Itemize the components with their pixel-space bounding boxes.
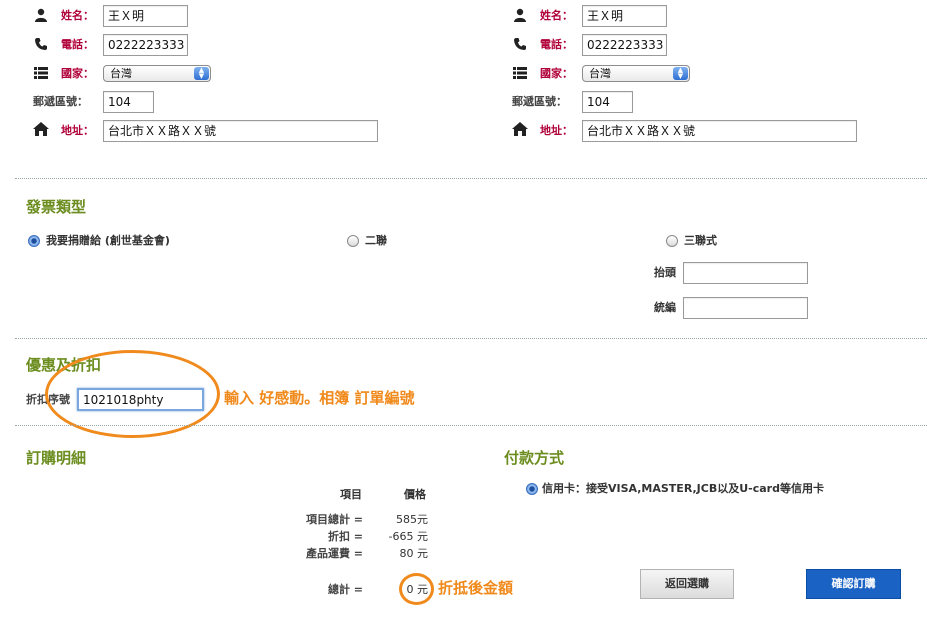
payment-credit-card-radio[interactable] [526, 483, 538, 495]
phone-label: 電話： [540, 38, 573, 51]
order-col-item: 項目 [340, 488, 362, 501]
phone-input[interactable]: 0222223333 [103, 34, 188, 56]
order-col-price: 價格 [404, 488, 426, 501]
phone-label: 電話： [61, 38, 94, 51]
address-input[interactable]: 台北市ＸＸ路ＸＸ號 [103, 120, 378, 142]
invoice-donate-radio[interactable] [28, 235, 40, 247]
select-arrows-icon: ▲ ▼ [673, 67, 688, 80]
section-divider [15, 178, 927, 179]
invoice-header-label: 抬頭 [654, 266, 676, 279]
phone-icon [32, 36, 50, 52]
list-icon [511, 65, 529, 81]
section-divider [15, 425, 927, 426]
home-icon [32, 121, 50, 137]
invoice-two-part-label: 二聯 [365, 234, 387, 247]
order-subtotal-label: 項目總計 = [305, 513, 363, 526]
zip-input[interactable]: 104 [582, 91, 633, 113]
country-select-value: 台灣 [110, 67, 132, 80]
name-label: 姓名： [540, 9, 573, 22]
person-icon [32, 7, 50, 23]
country-label: 國家： [540, 67, 573, 80]
name-input[interactable]: 王Ｘ明 [582, 5, 667, 27]
order-discount-label: 折扣 = [327, 530, 363, 543]
address-input[interactable]: 台北市ＸＸ路ＸＸ號 [582, 120, 857, 142]
home-icon [511, 121, 529, 137]
section-divider [15, 338, 927, 339]
order-subtotal-value: 585元 [396, 513, 428, 526]
invoice-section-title: 發票類型 [26, 198, 87, 216]
invoice-three-part-radio[interactable] [666, 235, 678, 247]
order-shipping-label: 產品運費 = [305, 547, 363, 560]
discount-annotation: 輸入 好感動。相簿 訂單編號 [224, 389, 415, 407]
confirm-order-button[interactable]: 確認訂購 [806, 569, 901, 599]
payment-credit-card-label: 信用卡：接受VISA,MASTER,JCB以及U-card等信用卡 [542, 482, 824, 495]
tax-id-input[interactable] [683, 297, 808, 319]
total-annotation: 折抵後金額 [438, 579, 514, 597]
back-button[interactable]: 返回選購 [640, 569, 734, 599]
order-section-title: 訂購明細 [26, 449, 87, 467]
country-select[interactable]: 台灣 ▲ ▼ [103, 65, 211, 82]
annotation-circle [399, 573, 434, 605]
name-input[interactable]: 王Ｘ明 [103, 5, 188, 27]
invoice-two-part-radio[interactable] [347, 235, 359, 247]
address-label: 地址： [540, 124, 573, 137]
select-arrows-icon: ▲ ▼ [194, 67, 209, 80]
list-icon [32, 65, 50, 81]
zip-label: 郵遞區號： [33, 95, 88, 108]
country-select-value: 台灣 [589, 67, 611, 80]
phone-input[interactable]: 0222223333 [582, 34, 667, 56]
zip-label: 郵遞區號： [512, 95, 567, 108]
order-total-label: 總計 = [327, 583, 363, 596]
invoice-donate-label: 我要捐贈給 (創世基金會) [46, 234, 170, 247]
country-select[interactable]: 台灣 ▲ ▼ [582, 65, 690, 82]
phone-icon [511, 36, 529, 52]
tax-id-label: 統編 [654, 301, 676, 314]
order-shipping-value: 80 元 [399, 547, 429, 560]
name-label: 姓名： [61, 9, 94, 22]
payment-section-title: 付款方式 [504, 449, 565, 467]
invoice-header-input[interactable] [683, 262, 808, 284]
invoice-three-part-label: 三聯式 [684, 234, 717, 247]
person-icon [511, 7, 529, 23]
address-label: 地址： [61, 124, 94, 137]
zip-input[interactable]: 104 [103, 91, 154, 113]
country-label: 國家： [61, 67, 94, 80]
order-discount-value: -665 元 [388, 530, 428, 543]
